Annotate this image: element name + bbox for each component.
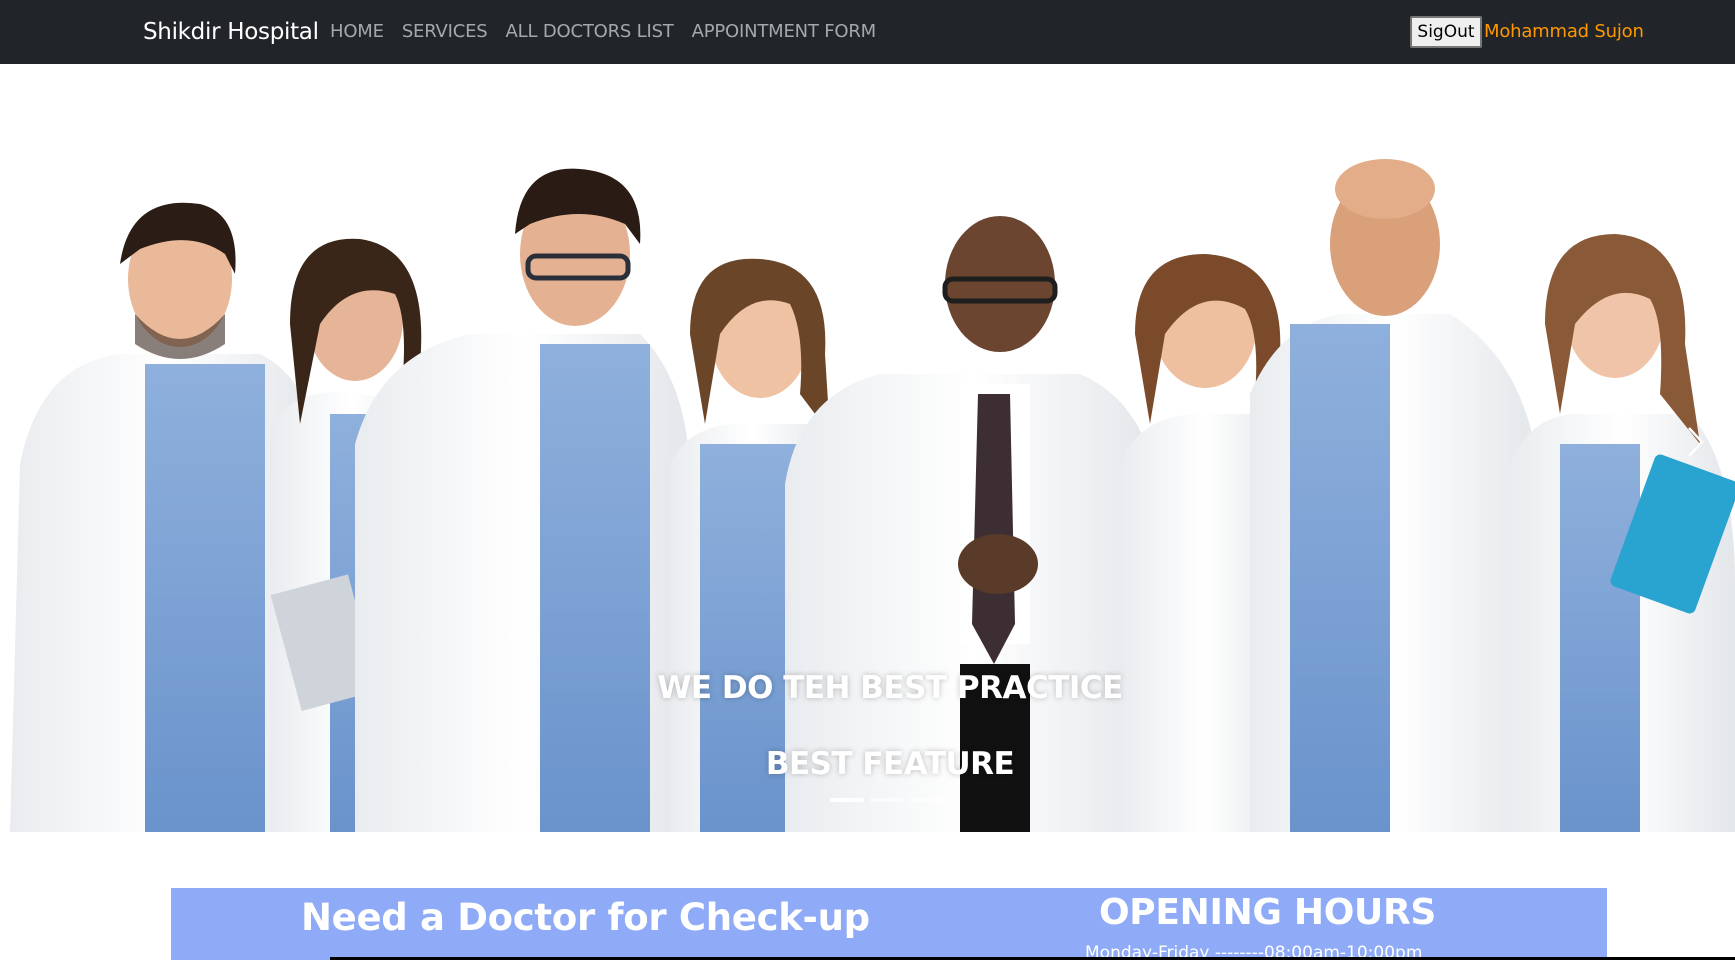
nav-doctors-list-link[interactable]: ALL DOCTORS LIST bbox=[506, 21, 674, 43]
chevron-right-icon[interactable] bbox=[1680, 422, 1710, 462]
carousel-indicator[interactable] bbox=[910, 798, 944, 802]
nav-home-link[interactable]: HOME bbox=[330, 21, 384, 43]
hero-carousel: WE DO TEH BEST PRACTICE BEST FEATURE bbox=[0, 64, 1735, 832]
nav-links: HOME SERVICES ALL DOCTORS LIST APPOINTME… bbox=[330, 21, 894, 43]
doctors-team-photo bbox=[0, 64, 1735, 832]
carousel-indicators bbox=[830, 798, 944, 802]
carousel-indicator[interactable] bbox=[870, 798, 904, 802]
nav-appointment-form-link[interactable]: APPOINTMENT FORM bbox=[692, 21, 877, 43]
carousel-caption-subtitle: BEST FEATURE bbox=[765, 746, 1015, 782]
nav-services-link[interactable]: SERVICES bbox=[402, 21, 488, 43]
opening-hours-heading: OPENING HOURS bbox=[1099, 892, 1437, 933]
brand-link[interactable]: Shikdir Hospital bbox=[143, 18, 319, 46]
top-navbar: Shikdir Hospital HOME SERVICES ALL DOCTO… bbox=[0, 0, 1735, 64]
carousel-caption-title: WE DO TEH BEST PRACTICE bbox=[657, 670, 1123, 706]
signout-button[interactable]: SigOut bbox=[1410, 16, 1482, 48]
checkup-heading: Need a Doctor for Check-up bbox=[301, 896, 870, 939]
info-band: Need a Doctor for Check-up OPENING HOURS… bbox=[171, 888, 1607, 960]
carousel-indicator[interactable] bbox=[830, 798, 864, 802]
user-name: Mohammad Sujon bbox=[1484, 21, 1644, 42]
